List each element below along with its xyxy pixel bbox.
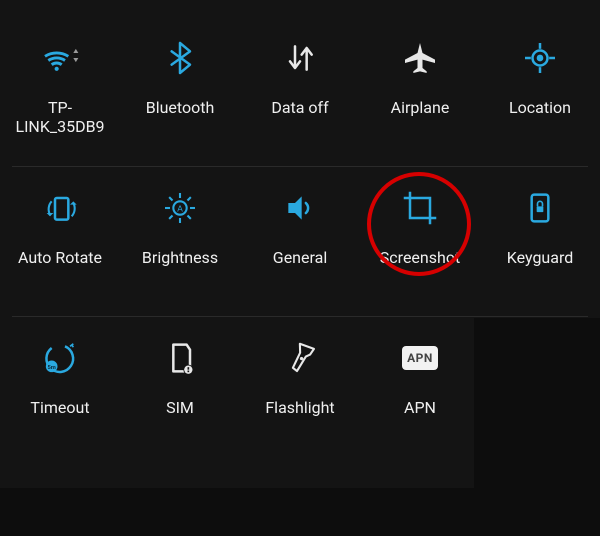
bluetooth-icon	[150, 28, 210, 88]
airplane-icon	[390, 28, 450, 88]
tile-location[interactable]: Location	[480, 18, 600, 168]
tile-label: Location	[509, 98, 571, 117]
tile-keyguard[interactable]: Keyguard	[480, 168, 600, 318]
brightness-icon: A	[150, 178, 210, 238]
tile-timeout[interactable]: 5m Timeout	[0, 318, 120, 468]
quick-settings-panel: TP-LINK_35DB9 Bluetooth Data off	[0, 0, 600, 536]
tile-flashlight[interactable]: Flashlight	[240, 318, 360, 468]
tile-apn[interactable]: APN APN	[360, 318, 480, 468]
screenshot-icon	[390, 178, 450, 238]
data-off-icon	[270, 28, 330, 88]
tile-data[interactable]: Data off	[240, 18, 360, 168]
location-icon	[510, 28, 570, 88]
quick-settings-grid: TP-LINK_35DB9 Bluetooth Data off	[0, 18, 600, 468]
tile-screenshot[interactable]: Screenshot	[360, 168, 480, 318]
tile-label: APN	[404, 398, 436, 417]
tile-label: Brightness	[142, 248, 218, 267]
tile-label: Airplane	[391, 98, 450, 117]
timeout-icon: 5m	[30, 328, 90, 388]
tile-sound[interactable]: General	[240, 168, 360, 318]
tile-label: TP-LINK_35DB9	[4, 98, 116, 136]
apn-icon: APN	[390, 328, 450, 388]
tile-label: Keyguard	[507, 248, 574, 267]
tile-label: Data off	[271, 98, 328, 117]
tile-label: Bluetooth	[146, 98, 215, 117]
tile-label: Flashlight	[265, 398, 334, 417]
tile-label: SIM	[166, 398, 194, 417]
flashlight-icon	[270, 328, 330, 388]
empty-area	[0, 488, 600, 536]
sim-icon	[150, 328, 210, 388]
tile-label: General	[273, 248, 327, 267]
tile-auto-rotate[interactable]: Auto Rotate	[0, 168, 120, 318]
tile-bluetooth[interactable]: Bluetooth	[120, 18, 240, 168]
tile-airplane[interactable]: Airplane	[360, 18, 480, 168]
tile-wifi[interactable]: TP-LINK_35DB9	[0, 18, 120, 168]
tile-label: Timeout	[30, 398, 89, 417]
tile-label: Auto Rotate	[18, 248, 102, 267]
auto-rotate-icon	[30, 178, 90, 238]
keyguard-icon	[510, 178, 570, 238]
tile-sim[interactable]: SIM	[120, 318, 240, 468]
tile-brightness[interactable]: A Brightness	[120, 168, 240, 318]
wifi-icon	[30, 28, 90, 88]
svg-text:A: A	[177, 203, 183, 213]
apn-badge: APN	[402, 346, 438, 370]
svg-text:5m: 5m	[47, 365, 55, 371]
sound-icon	[270, 178, 330, 238]
tile-label: Screenshot	[380, 248, 460, 267]
